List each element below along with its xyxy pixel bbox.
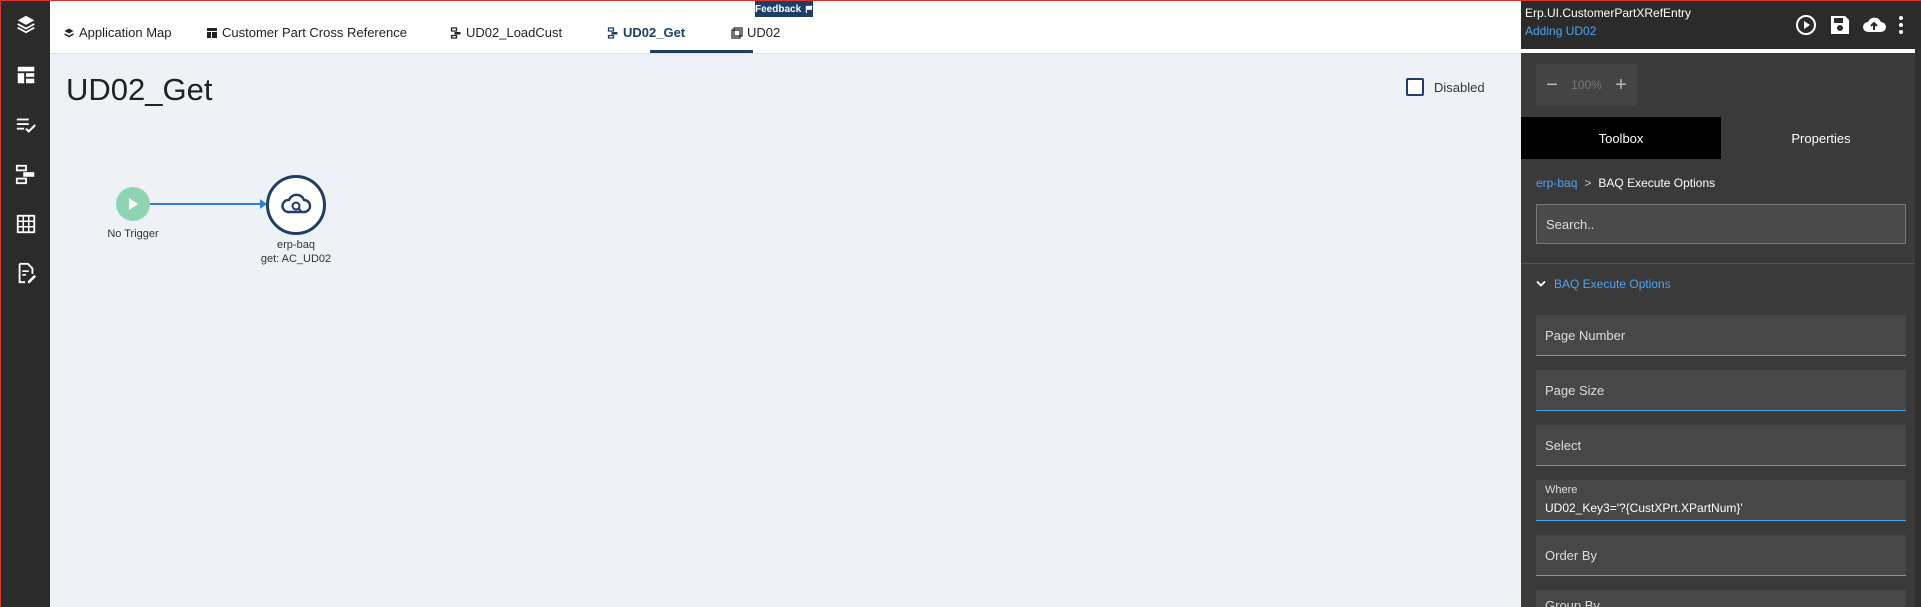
play-icon (129, 198, 138, 210)
play-circle-icon (1796, 15, 1816, 35)
disabled-checkbox[interactable] (1406, 78, 1424, 96)
baq-node-sublabel: get: AC_UD02 (260, 253, 332, 265)
tab-toolbox[interactable]: Toolbox (1521, 117, 1721, 159)
tab-label: UD02_LoadCust (466, 25, 563, 40)
tab-label: UD02 (747, 25, 781, 40)
breadcrumb-separator: > (1584, 176, 1592, 190)
field-label: Page Number (1545, 328, 1626, 343)
layout-icon (207, 28, 217, 38)
panel-divider (1521, 263, 1921, 264)
tab-label: Customer Part Cross Reference (222, 25, 407, 40)
grid-view-icon[interactable] (13, 211, 39, 237)
order-by-field[interactable]: Order By (1536, 535, 1906, 576)
breadcrumb-root[interactable]: erp-baq (1536, 176, 1577, 190)
field-value: UD02_Key3='?{CustXPrt.XPartNum}' (1545, 501, 1743, 515)
tab-properties[interactable]: Properties (1721, 117, 1921, 159)
checklist-icon[interactable] (13, 112, 39, 138)
kebab-menu-icon (1899, 16, 1903, 34)
more-options-button[interactable] (1895, 13, 1907, 37)
panel-tabs: Toolbox Properties (1521, 117, 1921, 159)
field-label: Order By (1545, 548, 1598, 563)
zoom-out-button[interactable]: − (1544, 74, 1560, 97)
tab-ud02[interactable]: UD02 (731, 25, 780, 53)
cloud-search-icon (281, 193, 312, 214)
layers-icon (64, 28, 74, 38)
data-flow-icon (607, 27, 618, 39)
flow-canvas[interactable]: UD02_Get Disabled No Trigger erp-baq get… (50, 54, 1521, 607)
data-flow-icon[interactable] (13, 161, 39, 187)
tab-ud02-loadcust[interactable]: UD02_LoadCust (450, 25, 562, 53)
cloud-upload-icon (1863, 17, 1886, 32)
feedback-button[interactable]: Feedback (755, 1, 813, 17)
run-button[interactable] (1794, 13, 1818, 37)
disabled-toggle: Disabled (1406, 78, 1485, 96)
save-button[interactable] (1828, 13, 1852, 37)
baq-node-label: erp-baq (277, 239, 315, 251)
trigger-label: No Trigger (107, 228, 159, 240)
panel-header-strip (1521, 49, 1921, 53)
panel-title: Erp.UI.CustomerPartXRefEntry (1525, 6, 1692, 20)
zoom-level: 100% (1571, 78, 1602, 92)
flag-icon (805, 5, 813, 13)
right-panel: Erp.UI.CustomerPartXRefEntry Adding UD02… (1521, 1, 1921, 607)
where-field[interactable]: Where UD02_Key3='?{CustXPrt.XPartNum}' (1536, 480, 1906, 521)
field-label: Page Size (1545, 383, 1605, 398)
zoom-in-button[interactable]: + (1613, 74, 1629, 97)
tab-customer-part-cross-reference[interactable]: Customer Part Cross Reference (206, 25, 407, 53)
page-number-field[interactable]: Page Number (1536, 315, 1906, 356)
breadcrumb-current: BAQ Execute Options (1598, 176, 1716, 190)
save-icon (1831, 16, 1849, 34)
left-rail (1, 1, 50, 607)
upload-button[interactable] (1862, 13, 1886, 37)
group-by-field[interactable]: Group By (1536, 590, 1906, 607)
tab-label: Application Map (79, 25, 172, 40)
breadcrumb: erp-baq > BAQ Execute Options (1536, 176, 1715, 190)
tab-label: UD02_Get (623, 25, 686, 40)
tab-application-map[interactable]: Application Map (63, 25, 172, 53)
panel-header: Erp.UI.CustomerPartXRefEntry Adding UD02 (1521, 1, 1921, 49)
tab-ud02-get[interactable]: UD02_Get (607, 25, 685, 53)
search-input[interactable] (1536, 204, 1906, 244)
field-label: Group By (1545, 598, 1600, 607)
zoom-control: − 100% + (1536, 64, 1637, 106)
panel-scrollbar[interactable] (1915, 49, 1921, 607)
chevron-down-icon (1536, 280, 1546, 287)
field-label: Select (1545, 438, 1582, 453)
section-title: BAQ Execute Options (1554, 277, 1671, 291)
trigger-node[interactable] (116, 187, 150, 221)
page-size-field[interactable]: Page Size (1536, 370, 1906, 411)
disabled-label: Disabled (1434, 79, 1485, 95)
erp-baq-node[interactable] (266, 175, 326, 235)
section-header-baq-execute-options[interactable]: BAQ Execute Options (1536, 277, 1671, 291)
flow-connector (150, 203, 264, 205)
page-title: UD02_Get (66, 72, 213, 107)
select-field[interactable]: Select (1536, 425, 1906, 466)
layers-icon[interactable] (13, 11, 39, 37)
data-flow-icon (450, 27, 461, 39)
grid-view-icon (731, 27, 743, 39)
field-label: Where (1545, 484, 1578, 496)
feedback-label: Feedback (755, 3, 802, 15)
layout-icon[interactable] (13, 62, 39, 88)
edit-doc-icon[interactable] (13, 260, 39, 286)
panel-subtitle: Adding UD02 (1525, 24, 1597, 38)
